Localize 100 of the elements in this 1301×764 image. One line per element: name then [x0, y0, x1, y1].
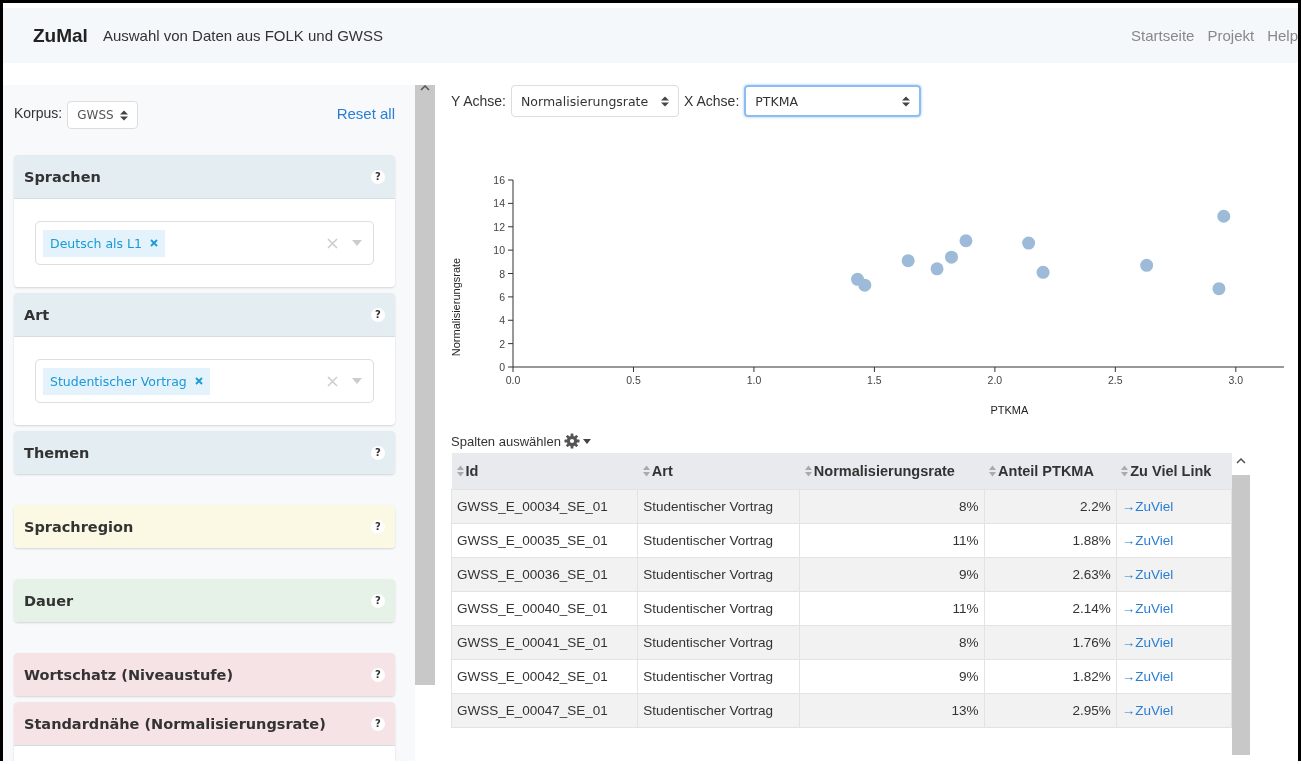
table-cell: GWSS_E_00040_SE_01 — [457, 601, 608, 616]
column-chooser-label[interactable]: Spalten auswählen — [451, 433, 561, 449]
panel-header[interactable]: Art ? — [14, 293, 395, 337]
table-cell: 1.76% — [1072, 635, 1111, 650]
table-cell: 2.14% — [1072, 601, 1111, 616]
table-cell: GWSS_E_00035_SE_01 — [457, 533, 608, 548]
zuviel-link[interactable]: →ZuViel — [1121, 601, 1174, 616]
table-cell: 1.88% — [1072, 533, 1111, 548]
table-cell: 8% — [959, 499, 979, 514]
panel-header[interactable]: Standardnähe (Normalisierungsrate) ? — [14, 702, 395, 746]
panel-title: Sprachregion — [24, 518, 134, 535]
panel-title: Themen — [24, 444, 90, 461]
table-cell: 2.63% — [1072, 567, 1111, 582]
selected-tag: Deutsch als L1 — [43, 229, 165, 257]
y-axis-title: Normalisierungsrate — [450, 257, 462, 357]
zuviel-link[interactable]: →ZuViel — [1121, 533, 1174, 548]
y-tick-label: 8 — [499, 267, 505, 280]
table-cell: 11% — [952, 601, 979, 616]
help-badge[interactable]: ? — [371, 667, 385, 682]
column-header[interactable]: Art — [637, 453, 800, 490]
table-cell: 1.82% — [1072, 669, 1111, 684]
sort-icon — [642, 465, 650, 477]
panel-header[interactable]: Wortschatz (Niveaustufe) ? — [14, 653, 395, 696]
help-badge[interactable]: ? — [371, 445, 385, 460]
table-cell: Studentischer Vortrag — [643, 669, 774, 684]
page-subtitle: Auswahl von Daten aus FOLK und GWSS — [102, 27, 384, 44]
sort-icon — [119, 109, 128, 121]
table-cell: GWSS_E_00047_SE_01 — [457, 703, 608, 718]
column-header[interactable]: Id — [451, 453, 638, 490]
table-cell: 2.95% — [1072, 703, 1111, 718]
x-tick-label: 1.5 — [867, 374, 882, 386]
x-axis-label: X Achse: — [684, 93, 740, 109]
zuviel-link[interactable]: →ZuViel — [1121, 635, 1174, 650]
remove-icon[interactable] — [194, 377, 203, 385]
remove-icon[interactable] — [149, 239, 158, 247]
table-cell: Studentischer Vortrag — [643, 601, 774, 616]
clear-icon[interactable] — [327, 237, 338, 249]
sort-icon — [804, 465, 812, 477]
clear-icon[interactable] — [327, 375, 338, 387]
y-axis-label: Y Achse: — [451, 93, 506, 109]
table-cell: 13% — [951, 703, 979, 718]
sort-icon — [902, 95, 911, 107]
panel-title: Wortschatz (Niveaustufe) — [24, 666, 234, 683]
help-badge[interactable]: ? — [371, 169, 385, 184]
y-tick-label: 14 — [493, 197, 505, 210]
table-cell: 11% — [952, 533, 979, 548]
table-cell: Studentischer Vortrag — [643, 533, 774, 548]
zuviel-link[interactable]: →ZuViel — [1121, 499, 1174, 514]
reset-link[interactable]: Reset all — [336, 104, 395, 122]
caret-icon[interactable] — [582, 438, 591, 444]
help-badge[interactable]: ? — [371, 593, 385, 608]
help-badge[interactable]: ? — [371, 716, 385, 731]
y-tick-label: 16 — [493, 174, 505, 186]
table-cell: GWSS_E_00042_SE_01 — [457, 669, 608, 684]
y-tick-label: 0 — [499, 361, 505, 373]
column-header[interactable]: Normalisierungsrate — [799, 453, 985, 490]
help-badge[interactable]: ? — [371, 307, 385, 322]
table-cell: 9% — [959, 669, 979, 684]
help-badge[interactable]: ? — [371, 519, 385, 534]
sort-icon — [456, 465, 464, 477]
panel-title: Art — [24, 306, 50, 323]
x-tick-label: 0.0 — [505, 374, 521, 386]
y-tick-label: 2 — [499, 337, 505, 350]
scroll-up-icon[interactable] — [420, 85, 430, 91]
table-cell: 2.2% — [1079, 499, 1111, 514]
y-tick-label: 4 — [499, 314, 505, 327]
y-tick-label: 10 — [493, 244, 505, 257]
column-header[interactable]: Zu Viel Link — [1116, 453, 1232, 490]
brand-name[interactable]: ZuMal — [33, 24, 88, 47]
gear-icon[interactable] — [563, 433, 580, 449]
column-header[interactable]: Anteil PTKMA — [984, 453, 1117, 490]
x-axis-title: PTKMA — [990, 404, 1029, 416]
sort-icon — [661, 95, 669, 107]
scroll-up-icon[interactable] — [1236, 458, 1246, 464]
table-cell: 8% — [959, 635, 979, 650]
selected-tag: Studentischer Vortrag — [43, 367, 210, 395]
table-cell: GWSS_E_00041_SE_01 — [457, 635, 608, 650]
zuviel-link[interactable]: →ZuViel — [1121, 703, 1174, 718]
x-tick-label: 0.5 — [626, 374, 641, 386]
zuviel-link[interactable]: →ZuViel — [1121, 669, 1174, 684]
scrollbar[interactable] — [415, 85, 435, 685]
korpus-select[interactable]: GWSS — [67, 101, 138, 129]
zuviel-link[interactable]: →ZuViel — [1121, 567, 1174, 582]
table-cell: Studentischer Vortrag — [643, 567, 774, 582]
table-cell: Studentischer Vortrag — [643, 635, 774, 650]
x-tick-label: 2.5 — [1108, 374, 1123, 386]
panel-header[interactable]: Sprachen ? — [14, 155, 395, 199]
y-axis-select[interactable]: Normalisierungsrate — [511, 85, 679, 117]
panel-header[interactable]: Sprachregion ? — [14, 505, 395, 548]
y-tick-label: 6 — [499, 290, 505, 303]
y-tick-label: 12 — [493, 220, 505, 233]
x-tick-label: 3.0 — [1228, 374, 1244, 386]
table-cell: 9% — [959, 567, 979, 582]
panel-title: Standardnähe (Normalisierungsrate) — [24, 715, 326, 732]
panel-header[interactable]: Themen ? — [14, 431, 395, 474]
panel-header[interactable]: Dauer ? — [14, 579, 395, 622]
table-cell: GWSS_E_00036_SE_01 — [457, 567, 608, 582]
x-axis-select[interactable]: PTKMA — [744, 85, 922, 117]
sort-icon — [1121, 465, 1129, 477]
x-tick-label: 1.0 — [746, 374, 762, 386]
